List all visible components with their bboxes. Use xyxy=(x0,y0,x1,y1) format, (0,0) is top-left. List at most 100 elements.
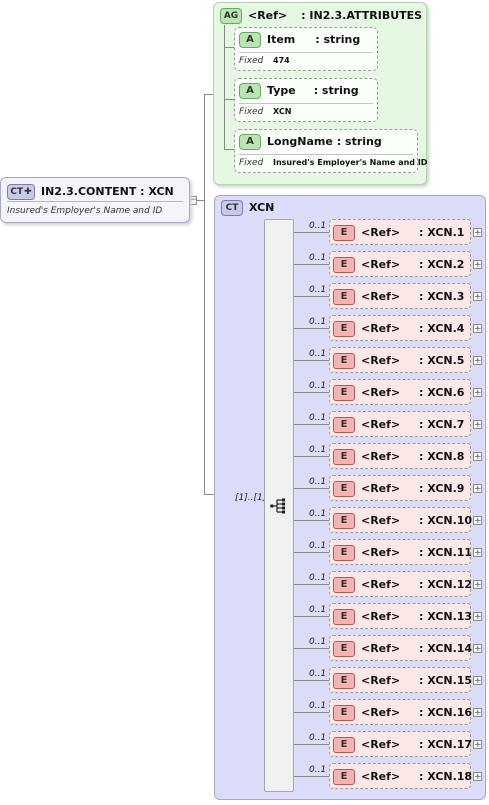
element-name: : XCN.8 xyxy=(419,450,465,463)
element-occurrence: 0..1 xyxy=(309,445,327,455)
attribute-header: A LongName: string xyxy=(239,134,382,150)
plus-icon[interactable]: + xyxy=(473,324,482,334)
element-badge: E xyxy=(333,513,355,529)
element-name: : XCN.17 xyxy=(419,738,473,751)
attribute-name: Item xyxy=(267,33,296,46)
element-ref: <Ref> xyxy=(361,226,401,239)
element-header: E <Ref>: XCN.5 xyxy=(333,353,464,369)
attribute-group-title: AG <Ref>: IN2.3.ATTRIBUTES xyxy=(220,8,422,24)
plus-icon[interactable]: + xyxy=(473,612,482,622)
element-badge: E xyxy=(333,609,355,625)
element-ref: <Ref> xyxy=(361,514,401,527)
element-connector xyxy=(294,520,329,521)
attr-connector xyxy=(224,99,234,100)
attribute-group-node[interactable]: AG <Ref>: IN2.3.ATTRIBUTES A Item: string … xyxy=(213,2,427,185)
element-ref: <Ref> xyxy=(361,354,401,367)
element-ref: <Ref> xyxy=(361,674,401,687)
element-node[interactable]: E <Ref>: XCN.11 xyxy=(329,539,473,565)
element-name: : XCN.11 xyxy=(419,546,473,559)
element-node[interactable]: E <Ref>: XCN.13 xyxy=(329,603,472,629)
plus-icon[interactable]: + xyxy=(473,772,482,782)
element-connector xyxy=(294,712,329,713)
plus-icon[interactable]: + xyxy=(473,548,482,558)
element-occurrence: 0..1 xyxy=(309,701,327,711)
element-header: E <Ref>: XCN.13 xyxy=(333,609,472,625)
plus-icon[interactable]: + xyxy=(473,292,482,302)
element-connector xyxy=(294,264,329,265)
fixed-label: Fixed xyxy=(239,56,264,66)
element-occurrence: 0..1 xyxy=(309,285,327,295)
plus-icon[interactable]: + xyxy=(473,740,482,750)
element-connector xyxy=(294,744,329,745)
element-connector xyxy=(294,328,329,329)
element-node[interactable]: E <Ref> : XCN.15 xyxy=(329,667,473,693)
attribute-header: A Type: string xyxy=(239,83,359,99)
attribute-group-ref: <Ref> xyxy=(248,9,288,22)
element-ref: <Ref> xyxy=(361,258,401,271)
plus-icon[interactable]: + xyxy=(473,388,482,398)
element-node[interactable]: E <Ref>: XCN.10 xyxy=(329,507,472,533)
divider xyxy=(239,52,373,53)
root-element-node[interactable]: CT✚ IN2.3.CONTENT : XCN Insured's Employ… xyxy=(0,177,190,223)
element-occurrence: 0..1 xyxy=(309,349,327,359)
root-element-title: IN2.3.CONTENT : XCN xyxy=(41,185,174,198)
element-node[interactable]: E <Ref>: XCN.14 xyxy=(329,635,473,661)
plus-icon[interactable]: + xyxy=(473,708,482,718)
plus-icon[interactable]: + xyxy=(473,356,482,366)
element-occurrence: 0..1 xyxy=(309,733,327,743)
element-name: : XCN.14 xyxy=(419,642,473,655)
element-node[interactable]: E <Ref>: XCN.16 xyxy=(329,699,472,725)
element-node[interactable]: E <Ref>: XCN.12 xyxy=(329,571,472,597)
element-ref: <Ref> xyxy=(361,706,401,719)
element-badge: E xyxy=(333,257,355,273)
element-name: : XCN.3 xyxy=(419,290,465,303)
attribute-type-node[interactable]: A Type: string Fixed XCN xyxy=(234,78,378,122)
element-header: E <Ref> : XCN.3 xyxy=(333,289,464,305)
element-badge: E xyxy=(333,673,355,689)
element-node[interactable]: E <Ref>: XCN.5 xyxy=(329,347,471,373)
element-node[interactable]: E <Ref>: XCN.7 xyxy=(329,411,471,437)
element-connector xyxy=(294,552,329,553)
element-header: E <Ref>: XCN.17 xyxy=(333,737,472,753)
element-ref: <Ref> xyxy=(361,450,401,463)
element-name: : XCN.15 xyxy=(419,674,473,687)
plus-icon[interactable]: + xyxy=(473,580,482,590)
plus-icon[interactable]: + xyxy=(473,452,482,462)
plus-icon[interactable]: + xyxy=(473,644,482,654)
plus-icon[interactable]: + xyxy=(473,516,482,526)
element-node[interactable]: E <Ref>: XCN.18 xyxy=(329,763,472,789)
element-occurrence: 0..1 xyxy=(309,669,327,679)
attribute-type: : string xyxy=(336,135,382,148)
plus-icon[interactable]: + xyxy=(473,420,482,430)
element-node[interactable]: E <Ref>: XCN.2 xyxy=(329,251,471,277)
element-node[interactable]: E <Ref> : XCN.3 xyxy=(329,283,471,309)
element-node[interactable]: E <Ref>: XCN.1 xyxy=(329,219,471,245)
attribute-name: LongName xyxy=(267,135,333,148)
fixed-value: 474 xyxy=(273,56,290,65)
element-name: : XCN.1 xyxy=(419,226,465,239)
element-node[interactable]: E <Ref>: XCN.8 xyxy=(329,443,471,469)
attribute-type: : string xyxy=(315,33,361,46)
element-node[interactable]: E <Ref>: XCN.4 xyxy=(329,315,471,341)
element-node[interactable]: E <Ref>: XCN.6 xyxy=(329,379,471,405)
plus-icon[interactable]: + xyxy=(473,260,482,270)
element-ref: <Ref> xyxy=(361,290,401,303)
element-badge: E xyxy=(333,385,355,401)
element-header: E <Ref>: XCN.7 xyxy=(333,417,464,433)
attribute-badge: A xyxy=(239,83,261,99)
element-connector xyxy=(294,392,329,393)
element-ref: <Ref> xyxy=(361,770,401,783)
root-element-doc: Insured's Employer's Name and ID xyxy=(7,206,163,216)
attribute-longname[interactable]: A LongName: string Fixed Insured's Employ… xyxy=(234,129,427,173)
element-node[interactable]: E <Ref>: XCN.9 xyxy=(329,475,471,501)
element-connector xyxy=(294,648,329,649)
attribute-item[interactable]: A Item: string Fixed 474 xyxy=(234,27,378,71)
complex-type-title: CT XCN xyxy=(221,200,274,216)
plus-icon[interactable]: + xyxy=(473,676,482,686)
element-badge: E xyxy=(333,289,355,305)
plus-icon[interactable]: + xyxy=(473,484,482,494)
element-ref: <Ref> xyxy=(361,578,401,591)
element-header: E <Ref>: XCN.6 xyxy=(333,385,464,401)
element-node[interactable]: E <Ref>: XCN.17 xyxy=(329,731,472,757)
plus-icon[interactable]: + xyxy=(473,228,482,238)
